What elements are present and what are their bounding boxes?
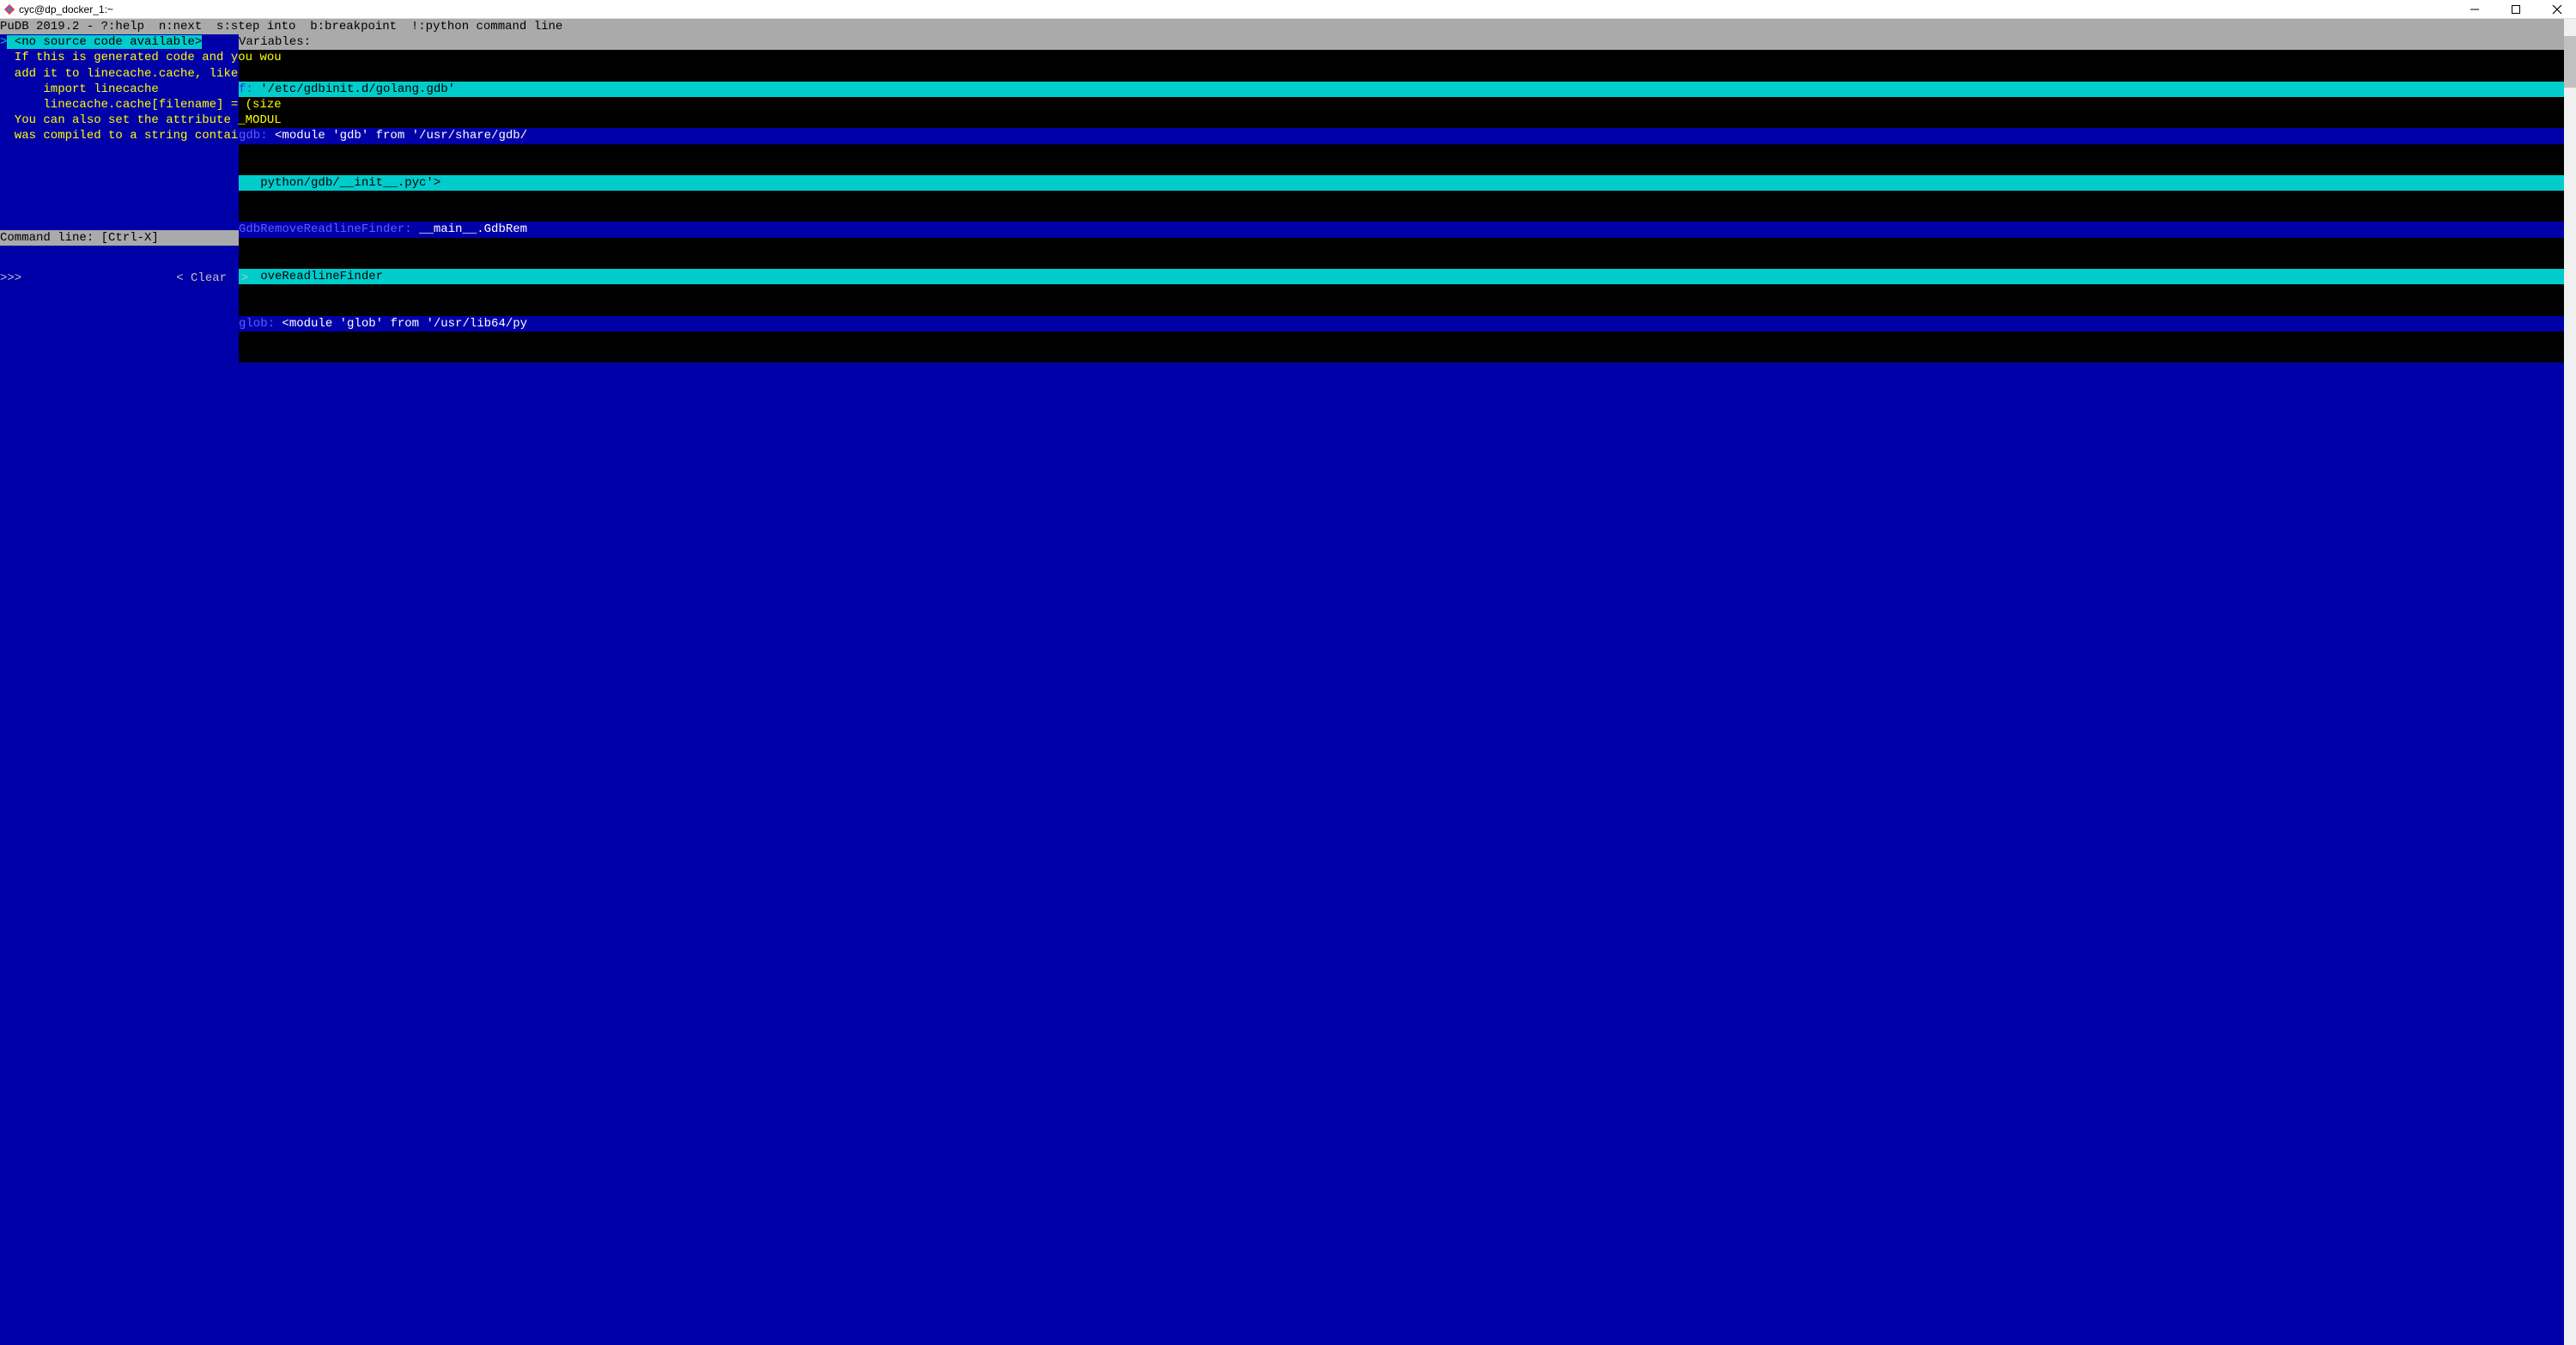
cmdline-clear-button[interactable]: < Clear > xyxy=(176,271,248,285)
var-name: gdb: xyxy=(239,129,268,143)
source-line: You can also set the attribute _MODUL xyxy=(0,113,239,128)
var-value: <module 'gdb' from '/usr/share/gdb/ xyxy=(268,129,527,143)
close-button[interactable] xyxy=(2549,1,2566,18)
maximize-button[interactable] xyxy=(2507,1,2524,18)
scrollbar[interactable] xyxy=(2564,19,2576,1345)
source-line: add it to linecache.cache, like xyxy=(0,66,239,82)
var-name: glob: xyxy=(239,317,275,331)
cmdline-header: Command line: [Ctrl-X] xyxy=(0,230,239,246)
window-title: cyc@dp_docker_1:~ xyxy=(19,3,113,15)
var-value: oveReadlineFinder xyxy=(239,270,383,283)
titlebar: cyc@dp_docker_1:~ xyxy=(0,0,2576,19)
source-line: was compiled to a string containing t xyxy=(0,128,239,143)
var-name: f: xyxy=(239,82,253,96)
var-value: python/gdb/__init__.pyc'> xyxy=(239,176,440,190)
cmdline-prompt: >>> xyxy=(0,271,21,285)
variables-header: Variables: xyxy=(239,34,2576,50)
pudb-menubar: PuDB 2019.2 - ?:help n:next s:step into … xyxy=(0,19,2576,34)
var-value: <module 'glob' from '/usr/lib64/py xyxy=(275,317,527,331)
terminal-area[interactable]: PuDB 2019.2 - ?:help n:next s:step into … xyxy=(0,19,2576,1345)
var-value: __main__.GdbRem xyxy=(412,222,527,236)
source-line: import linecache xyxy=(0,82,239,97)
minimize-button[interactable] xyxy=(2466,1,2483,18)
app-icon xyxy=(3,3,15,15)
scrollbar-thumb[interactable] xyxy=(2564,36,2576,88)
variables-list[interactable]: f: '/etc/gdbinit.d/golang.gdb' gdb: <mod… xyxy=(239,50,2576,409)
current-source-line: <no source code available> xyxy=(7,35,202,49)
bottom-area xyxy=(0,362,2564,1345)
var-name: GdbRemoveReadlineFinder: xyxy=(239,222,412,236)
source-line: If this is generated code and you wou xyxy=(0,50,239,65)
source-line: linecache.cache[filename] = (size xyxy=(0,97,239,113)
cmdline-area[interactable]: >>>< Clear > xyxy=(0,246,239,286)
var-value: '/etc/gdbinit.d/golang.gdb' xyxy=(253,82,455,96)
